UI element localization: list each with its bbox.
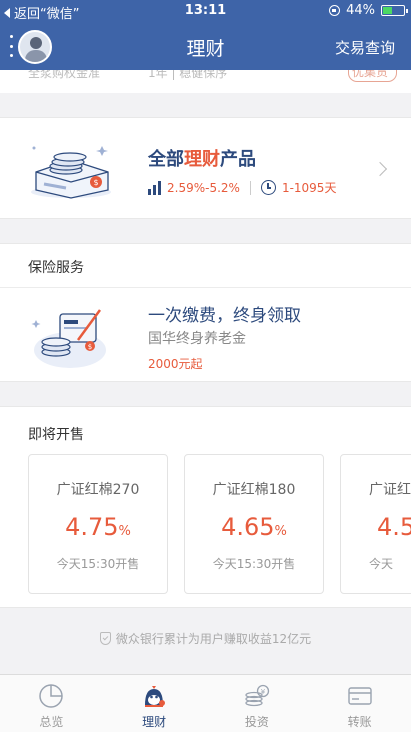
term-range: 1-1095天 xyxy=(281,181,337,195)
insurance-price: 2000元起 xyxy=(148,357,203,371)
tab-invest[interactable]: ¥ 投资 xyxy=(206,675,309,732)
sale-card-rate: 4.5 xyxy=(377,513,411,541)
tab-bar: 总览 理财 ¥ 投资 转账 xyxy=(0,674,411,732)
earnings-note: 微众银行累计为用户赚取收益12亿元 xyxy=(0,630,411,647)
sale-card-time: 今天15:30开售 xyxy=(56,557,140,571)
partial-badge: 优集贯 xyxy=(347,70,397,82)
battery-icon xyxy=(381,5,408,16)
chevron-right-icon xyxy=(372,161,388,177)
scrolled-product-strip: 全浆购权金准 1年 | 稳健保序 优集贯 xyxy=(0,70,411,93)
partial-mid-text: 1年 | 稳健保序 xyxy=(148,70,228,80)
sale-card-name: 广证红棉180 xyxy=(212,482,296,498)
transaction-query-button[interactable]: 交易查询 xyxy=(335,37,395,58)
tab-label: 总览 xyxy=(39,715,64,729)
sale-card-rate: 4.75% xyxy=(65,513,131,541)
pie-chart-icon xyxy=(39,684,64,708)
sale-card-time: 今天15:30开售 xyxy=(212,557,296,571)
sale-card-time: 今天 xyxy=(369,557,394,571)
sale-card-name: 广证红棉270 xyxy=(56,482,140,498)
insurance-section-title: 保险服务 xyxy=(28,260,84,276)
sale-card[interactable]: 广证红棉270 4.75% 今天15:30开售 xyxy=(28,454,168,594)
upcoming-section: 即将开售 广证红棉270 4.75% 今天15:30开售 广证红棉180 4.6… xyxy=(0,406,411,608)
tab-label: 投资 xyxy=(244,715,269,729)
bar-chart-icon xyxy=(148,180,161,195)
sale-card[interactable]: 广证红棉180 4.65% 今天15:30开售 xyxy=(184,454,324,594)
svg-text:$: $ xyxy=(88,343,92,351)
partial-text: 全浆购权金准 xyxy=(28,70,101,80)
nav-bar: 理财 交易查询 xyxy=(0,22,411,70)
earnings-note-text: 微众银行累计为用户赚取收益12亿元 xyxy=(115,632,312,646)
clock-icon xyxy=(260,180,276,195)
shield-icon xyxy=(99,632,111,645)
insurance-title[interactable]: 一次缴费，终身领取 xyxy=(148,301,301,326)
card-icon xyxy=(347,687,372,705)
all-products-card[interactable]: $ 全部理财产品 2.59%-5.2% 1-1095天 xyxy=(0,117,411,219)
sale-card-rate: 4.65% xyxy=(221,513,287,541)
insurance-subtitle: 国华终身养老金 xyxy=(148,331,246,347)
status-bar: 返回“微信” 13:11 44% xyxy=(0,0,411,22)
insurance-section: 保险服务 $ 一次缴费，终身领取 国华终身养老金 2000元起 xyxy=(0,243,411,382)
coins-icon: ¥ xyxy=(245,684,270,707)
product-meta: 2.59%-5.2% 1-1095天 xyxy=(148,179,336,196)
svg-text:¥: ¥ xyxy=(261,688,266,696)
tab-wealth[interactable]: 理财 xyxy=(103,675,206,732)
sale-card-name: 广证红 xyxy=(369,482,411,498)
tab-overview[interactable]: 总览 xyxy=(0,675,103,732)
svg-text:$: $ xyxy=(93,178,98,187)
upcoming-section-title: 即将开售 xyxy=(28,427,84,443)
all-products-title: 全部理财产品 xyxy=(148,149,256,170)
rotation-lock-icon xyxy=(329,5,341,16)
tab-label: 转账 xyxy=(347,715,372,729)
tab-transfer[interactable]: 转账 xyxy=(308,675,411,732)
insurance-illustration: $ xyxy=(31,309,106,368)
coins-box-illustration: $ xyxy=(31,146,111,199)
tab-label: 理财 xyxy=(142,715,167,729)
sale-card-partial[interactable]: 广证红 4.5 今天 xyxy=(340,454,411,594)
mascot-icon xyxy=(145,686,166,707)
battery-percent: 44% xyxy=(346,3,375,18)
rate-range: 2.59%-5.2% xyxy=(167,180,240,195)
status-right: 44% xyxy=(329,3,408,18)
